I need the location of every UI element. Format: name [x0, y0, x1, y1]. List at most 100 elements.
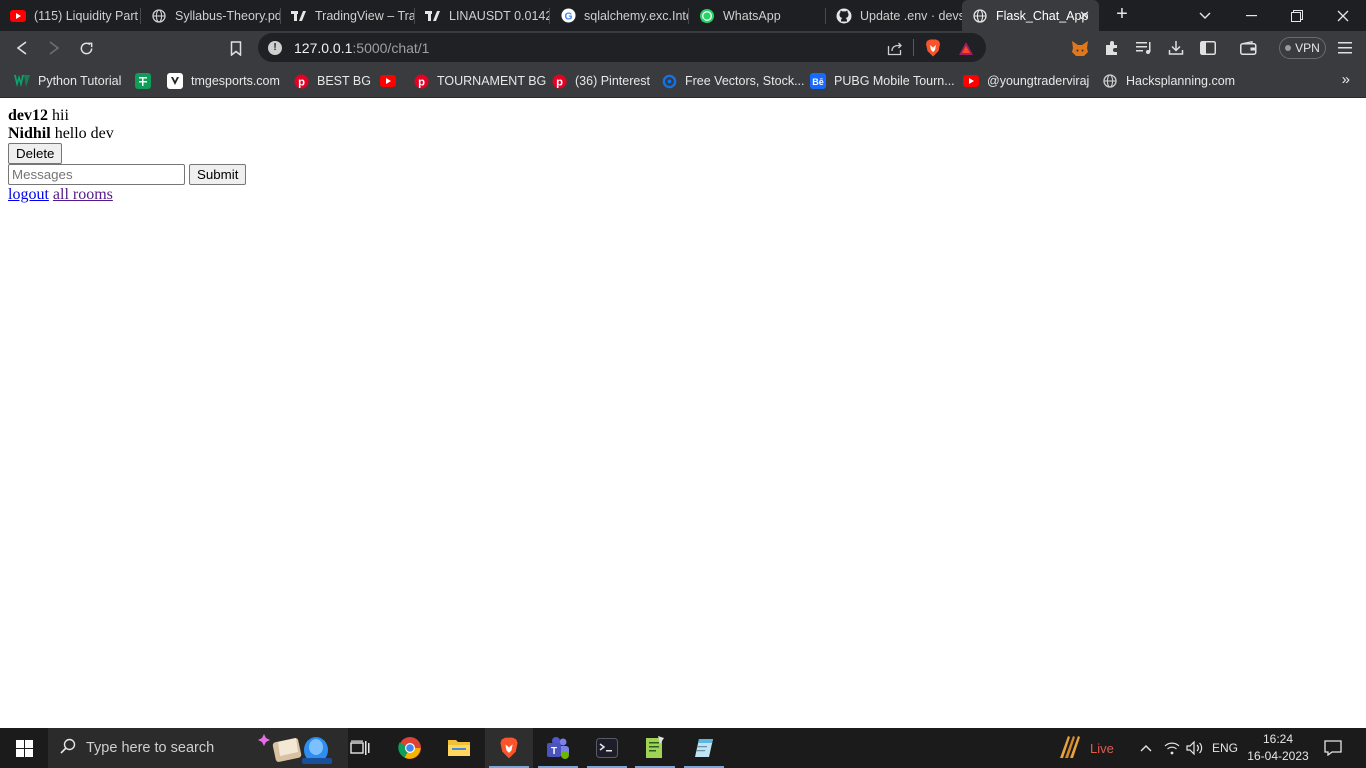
- new-tab-button[interactable]: +: [1111, 4, 1133, 26]
- tab-linausdt[interactable]: LINAUSDT 0.01423: [415, 0, 550, 31]
- notepad-icon[interactable]: [680, 728, 728, 768]
- wallet-icon[interactable]: [1235, 36, 1261, 60]
- site-info-icon[interactable]: !: [268, 40, 282, 55]
- bookmark-tmgesports[interactable]: tmgesports.com: [167, 71, 280, 91]
- svg-text:Bē: Bē: [812, 77, 824, 86]
- taskbar-clock[interactable]: 16:24 16-04-2023: [1246, 731, 1310, 765]
- brave-browser-icon[interactable]: [485, 728, 533, 768]
- delete-button[interactable]: Delete: [8, 143, 63, 164]
- menu-icon[interactable]: [1332, 36, 1358, 60]
- bookmark-sheets[interactable]: [135, 71, 159, 91]
- chat-message: dev12 hii: [8, 107, 1358, 125]
- message-username: Nidhil: [8, 125, 51, 142]
- back-button[interactable]: [9, 36, 35, 60]
- github-icon: [836, 8, 852, 24]
- bookmark-python-tutorial[interactable]: Python Tutorial: [14, 71, 121, 91]
- volume-icon[interactable]: [1186, 728, 1204, 768]
- restore-button[interactable]: [1274, 0, 1320, 31]
- pinterest-icon: p: [551, 73, 567, 89]
- chat-page: dev12 hii Nidhil hello dev Delete Submit…: [0, 99, 1366, 728]
- chat-message: Nidhil hello dev: [8, 125, 1358, 143]
- tab-search-chevron-icon[interactable]: [1182, 0, 1228, 31]
- message-input[interactable]: [8, 164, 185, 185]
- tab-syllabus[interactable]: Syllabus-Theory.pd: [141, 0, 281, 31]
- pinterest-icon: p: [413, 73, 429, 89]
- url-text: 127.0.0.1:5000/chat/1: [294, 39, 430, 56]
- tmg-icon: [167, 73, 183, 89]
- bookmark-hacksplanning[interactable]: Hacksplanning.com: [1102, 71, 1235, 91]
- tab-title: sqlalchemy.exc.Inte: [584, 8, 689, 23]
- forward-button[interactable]: [41, 36, 67, 60]
- bookmark-icon[interactable]: [223, 36, 249, 60]
- address-divider: [913, 39, 914, 56]
- brave-shields-icon[interactable]: [924, 39, 942, 57]
- start-button[interactable]: [0, 728, 48, 768]
- vpn-status-dot: [1285, 45, 1292, 51]
- bookmarks-overflow-icon[interactable]: »: [1342, 71, 1350, 88]
- tab-title: (115) Liquidity Part: [34, 8, 138, 23]
- close-window-button[interactable]: [1320, 0, 1366, 31]
- all-rooms-link[interactable]: all rooms: [53, 186, 113, 203]
- terminal-icon[interactable]: [583, 728, 631, 768]
- bookmark-pinterest[interactable]: p (36) Pinterest: [551, 71, 650, 91]
- metamask-icon[interactable]: [1067, 36, 1093, 60]
- bookmark-label: @youngtraderviraj: [987, 74, 1090, 88]
- notifications-icon[interactable]: [1324, 728, 1342, 768]
- live-widget[interactable]: Live: [1056, 728, 1114, 768]
- language-indicator[interactable]: ENG: [1212, 728, 1238, 768]
- tab-whatsapp[interactable]: WhatsApp: [689, 0, 826, 31]
- bookmark-free-vectors[interactable]: Free Vectors, Stock...: [661, 71, 805, 91]
- taskbar-search[interactable]: Type here to search: [48, 728, 348, 768]
- bookmark-youngtraderviraj[interactable]: @youngtraderviraj: [963, 71, 1089, 91]
- brave-rewards-icon[interactable]: [957, 39, 975, 57]
- playlist-icon[interactable]: [1131, 36, 1157, 60]
- bookmark-tournament-bg[interactable]: p TOURNAMENT BG: [413, 71, 546, 91]
- clock-time: 16:24: [1262, 732, 1294, 746]
- tab-title: TradingView – Trac: [315, 8, 415, 23]
- bookmark-label: (36) Pinterest: [575, 74, 651, 88]
- extensions-icon[interactable]: [1099, 36, 1125, 60]
- task-view-icon[interactable]: [336, 728, 384, 768]
- behance-icon: Bē: [810, 73, 826, 89]
- bookmark-label: BEST BG: [317, 74, 371, 88]
- file-explorer-icon[interactable]: [435, 728, 483, 768]
- sidebar-icon[interactable]: [1195, 36, 1221, 60]
- notepad-plus-icon[interactable]: [631, 728, 679, 768]
- tradingview-icon: [425, 8, 441, 24]
- tab-strip: (115) Liquidity Part Syllabus-Theory.pd …: [0, 0, 1366, 31]
- bookmark-best-bg[interactable]: p BEST BG: [293, 71, 371, 91]
- downloads-icon[interactable]: [1163, 36, 1189, 60]
- minimize-button[interactable]: [1228, 0, 1274, 31]
- logout-link[interactable]: logout: [8, 186, 49, 203]
- vpn-button[interactable]: VPN: [1279, 37, 1326, 59]
- message-username: dev12: [8, 107, 48, 124]
- tab-sqlalchemy[interactable]: G sqlalchemy.exc.Inte: [550, 0, 689, 31]
- clock-date: 16-04-2023: [1247, 749, 1309, 763]
- close-tab-icon[interactable]: ✕: [1076, 7, 1093, 24]
- whatsapp-icon: [699, 8, 715, 24]
- live-label: Live: [1090, 740, 1114, 756]
- address-bar[interactable]: ! 127.0.0.1:5000/chat/1: [258, 33, 986, 62]
- svg-text:p: p: [556, 76, 563, 88]
- network-icon[interactable]: [1164, 728, 1180, 768]
- w3schools-icon: [14, 73, 30, 89]
- bookmark-label: Python Tutorial: [38, 74, 122, 88]
- share-icon[interactable]: [886, 39, 904, 57]
- bookmark-youtube[interactable]: [380, 71, 404, 91]
- youtube-icon: [10, 8, 26, 24]
- chrome-icon[interactable]: [386, 728, 434, 768]
- tab-github[interactable]: Update .env · devs: [826, 0, 962, 31]
- tab-liquidity[interactable]: (115) Liquidity Part: [0, 0, 141, 31]
- show-hidden-icons-icon[interactable]: [1140, 728, 1152, 768]
- tab-tradingview[interactable]: TradingView – Trac: [281, 0, 415, 31]
- tab-flask-chat-active[interactable]: Flask_Chat_App ✕: [962, 0, 1099, 31]
- windows-taskbar: Type here to search T Live ENG 16:24 16-…: [0, 728, 1366, 768]
- svg-text:T: T: [551, 746, 557, 757]
- teams-icon[interactable]: T: [534, 728, 582, 768]
- bookmark-pubg-mobile[interactable]: Bē PUBG Mobile Tourn...: [810, 71, 955, 91]
- submit-button[interactable]: Submit: [189, 164, 247, 185]
- reload-button[interactable]: [73, 36, 99, 60]
- tab-title: LINAUSDT 0.01423: [449, 8, 550, 23]
- delete-row: Delete: [8, 143, 1358, 164]
- google-icon: G: [560, 8, 576, 24]
